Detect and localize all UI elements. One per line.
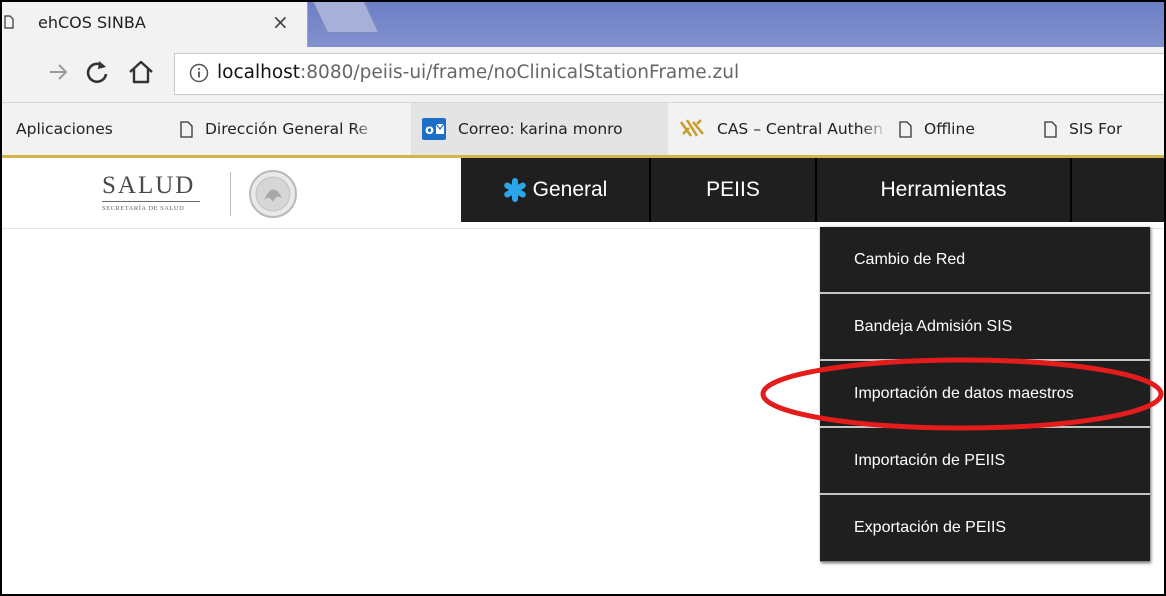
asterisk-icon [503,178,526,202]
bookmark-label: Dirección General Re [205,120,369,138]
nav-label: PEIIS [706,178,760,201]
browser-toolbar: localhost:8080/peiis-ui/frame/noClinical… [2,47,1164,103]
bookmark-label: Correo: karina monro [458,120,623,138]
close-icon[interactable]: × [272,10,289,34]
bookmark-label: Aplicaciones [16,120,113,138]
nav-label: Herramientas [880,178,1007,201]
url-text: localhost:8080/peiis-ui/frame/noClinical… [217,62,739,83]
menu-item-label: Exportación de PEIIS [854,519,1007,536]
national-seal-icon [249,170,297,218]
bookmark-label: SIS For [1069,120,1123,138]
bookmark-apps[interactable]: Aplicaciones [16,103,113,155]
menu-item-label: Importación de PEIIS [854,451,1006,469]
menu-item-label: Bandeja Admisión SIS [854,317,1013,335]
nav-peiis[interactable]: PEIIS [651,158,817,222]
bookmark-cas[interactable]: CAS – Central Authen [679,103,887,155]
bookmark-label: CAS – Central Authen [717,120,883,138]
tab-title: ehCOS SINBA [38,13,146,32]
home-icon[interactable] [126,57,156,87]
menu-item-importacion-peiis[interactable]: Importación de PEIIS [820,428,1150,495]
browser-window: ehCOS SINBA × localhost:8080/peiis-ui/fr… [0,0,1166,596]
logo-separator [230,172,231,216]
nav-herramientas[interactable]: Herramientas [817,158,1072,222]
menu-item-cambio-de-red[interactable]: Cambio de Red [820,227,1150,294]
main-nav: General PEIIS Herramientas [461,158,1164,222]
bookmarks-bar: Aplicaciones Dirección General Re o Corr… [2,103,1164,158]
logo-divider [102,201,200,202]
highlight-ellipse [760,357,1164,431]
menu-item-label: Cambio de Red [854,250,966,268]
reload-icon[interactable] [82,57,112,87]
nav-label: General [532,178,608,201]
svg-text:o: o [425,123,434,138]
doc-icon [899,120,912,138]
tab-strip: ehCOS SINBA × [2,2,1164,47]
cas-icon [679,119,704,137]
doc-icon [1044,120,1057,138]
new-tab-button[interactable] [312,2,380,33]
url-host: localhost [217,62,301,83]
info-icon[interactable] [189,63,209,83]
forward-arrow-icon[interactable] [44,57,74,87]
bookmark-label: Offline [924,120,975,138]
bookmark-sis[interactable]: SIS For [1044,103,1122,155]
address-bar[interactable]: localhost:8080/peiis-ui/frame/noClinical… [174,53,1164,95]
browser-tab[interactable]: ehCOS SINBA × [2,2,308,47]
salud-logo-text: SALUD [102,172,196,199]
menu-item-bandeja-admision[interactable]: Bandeja Admisión SIS [820,294,1150,361]
nav-general[interactable]: General [461,158,651,222]
bookmark-correo[interactable]: o Correo: karina monro [411,103,668,155]
url-path: :8080/peiis-ui/frame/noClinicalStationFr… [300,62,740,83]
bookmark-direccion[interactable]: Dirección General Re [180,103,379,155]
page-icon [4,15,14,29]
doc-icon [180,120,193,138]
salud-logo-subtext: SECRETARÍA DE SALUD [102,205,185,212]
bookmark-offline[interactable]: Offline [899,103,975,155]
outlook-icon: o [422,118,446,140]
nav-item-overflow[interactable] [1072,158,1164,222]
page-header: SALUD SECRETARÍA DE SALUD General PEIIS [2,158,1164,229]
menu-item-exportacion-peiis[interactable]: Exportación de PEIIS [820,495,1150,562]
